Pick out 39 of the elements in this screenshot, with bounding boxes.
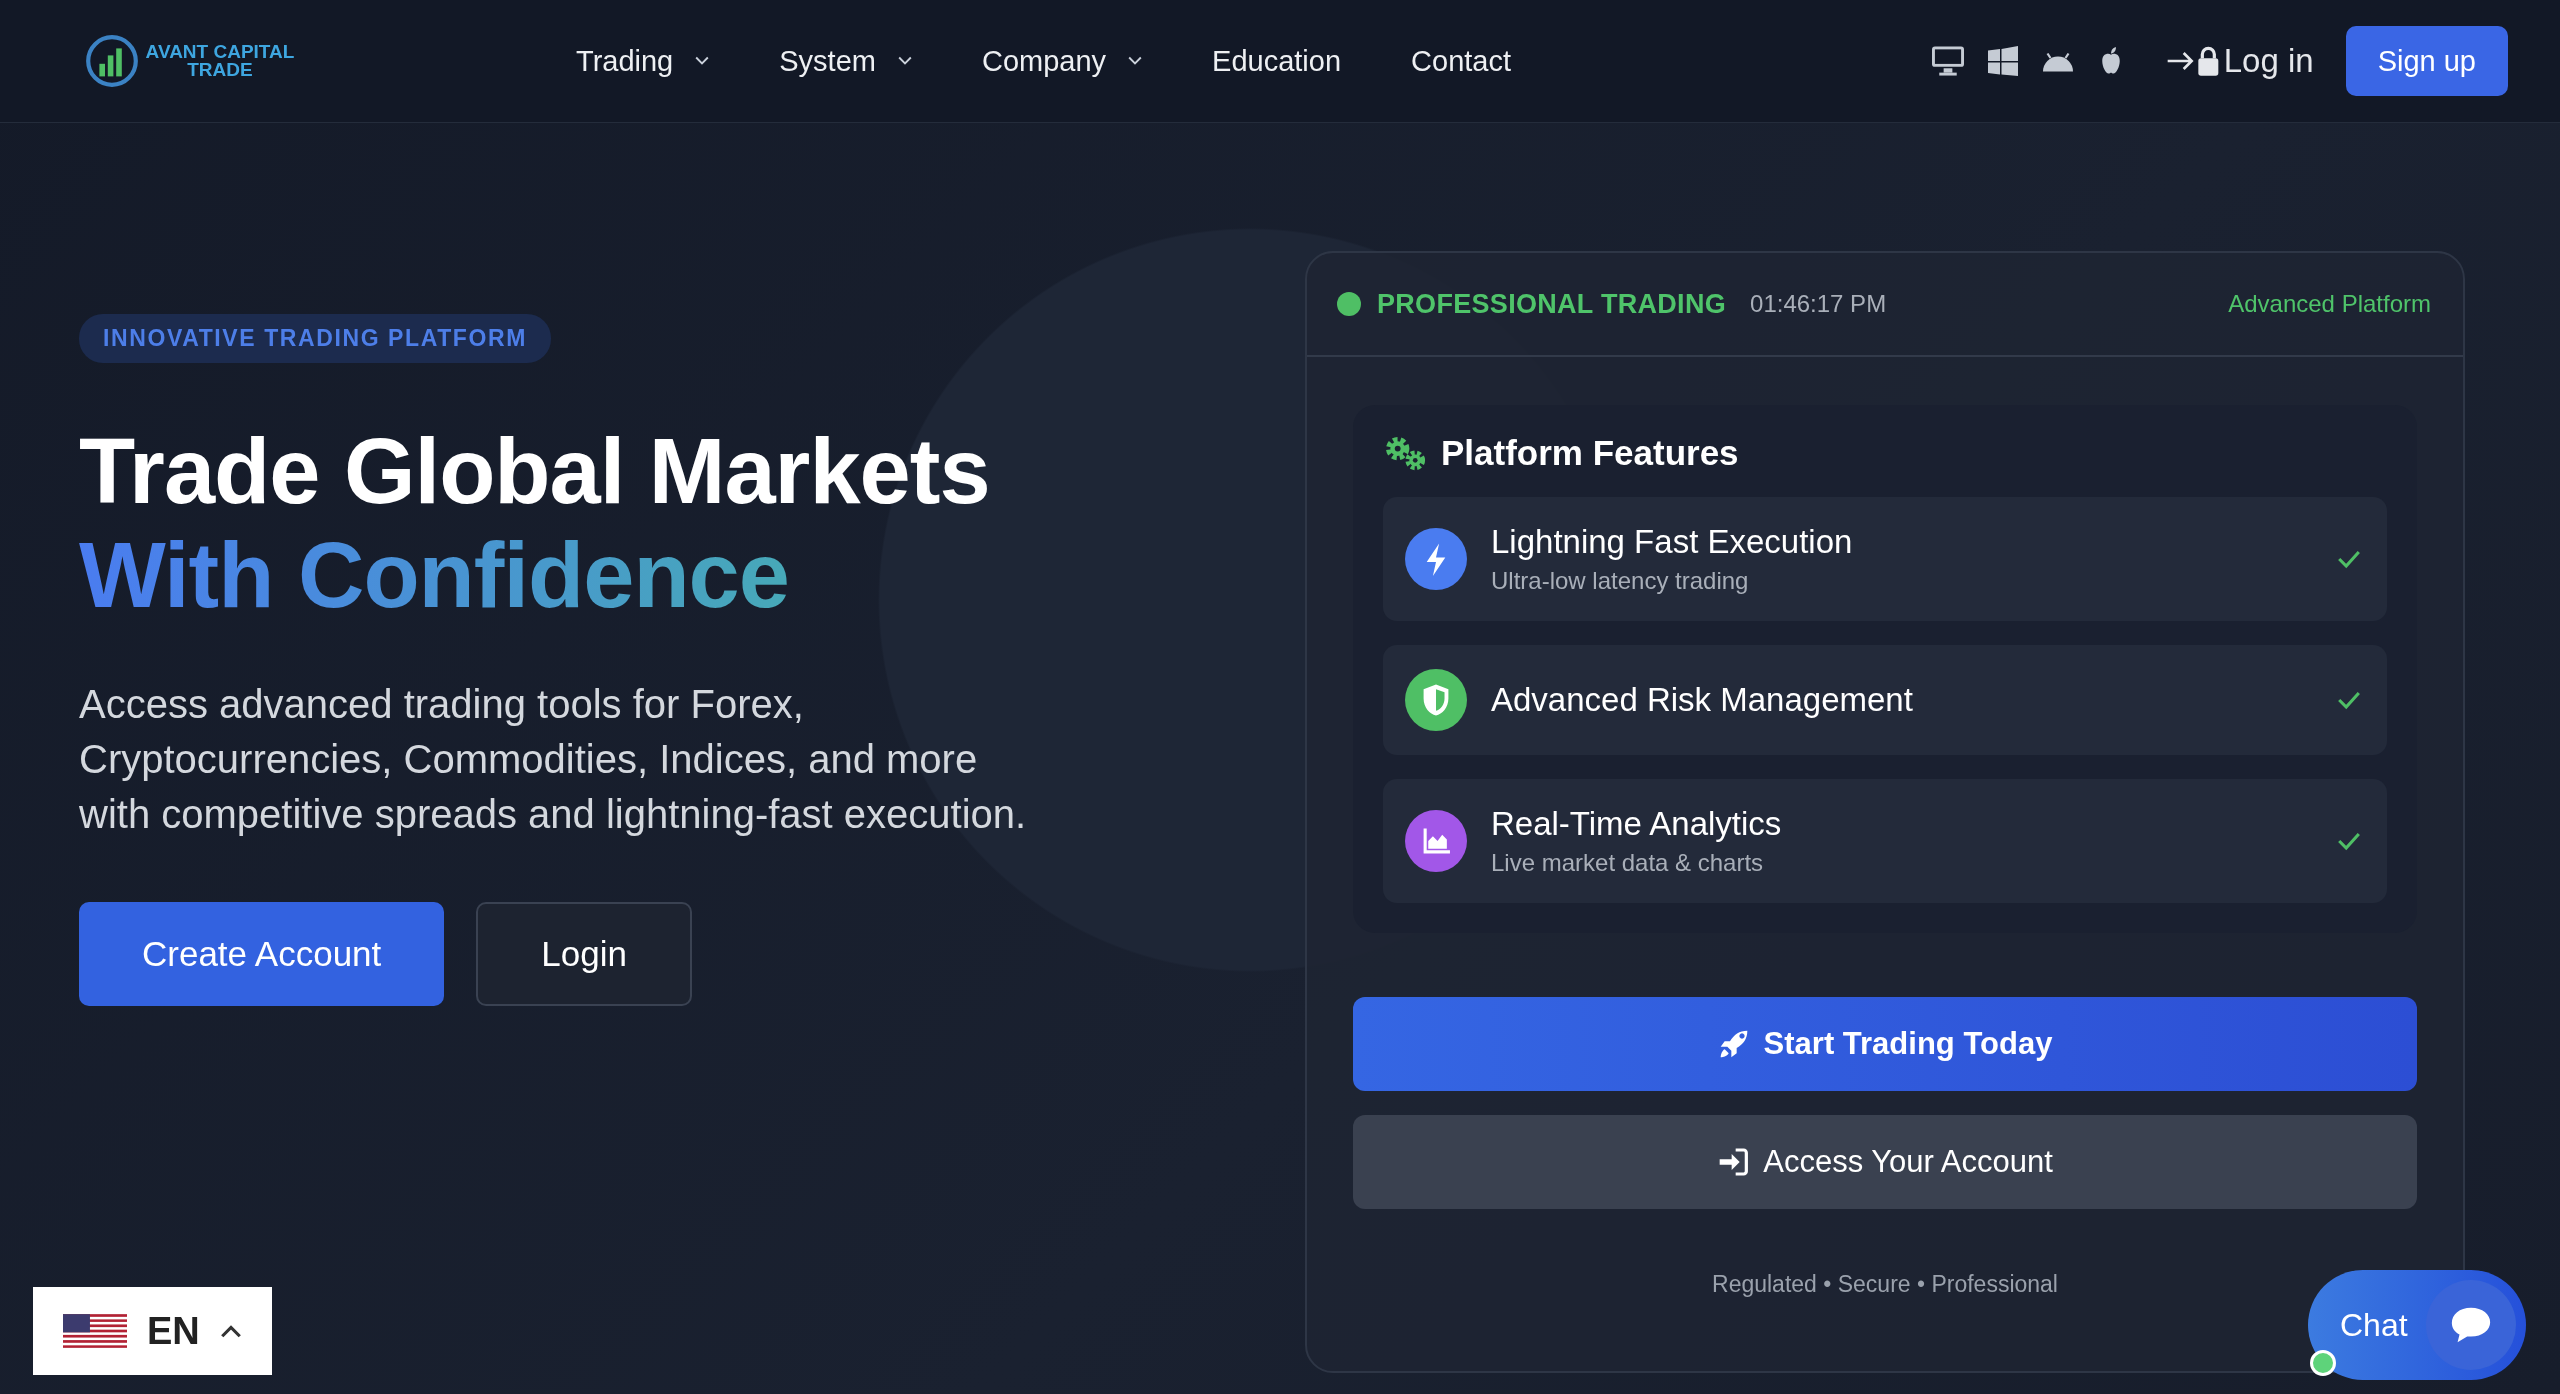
platform-tag: Advanced Platform [2228, 290, 2431, 318]
chevron-up-icon[interactable] [219, 1324, 242, 1338]
feature-title: Lightning Fast Execution [1491, 523, 1853, 561]
status-label: PROFESSIONAL TRADING [1377, 288, 1727, 320]
access-account-button[interactable]: Access Your Account [1353, 1115, 2417, 1209]
logo-text[interactable]: AVANT CAPITAL TRADE [140, 42, 300, 80]
desktop-icon[interactable] [1929, 45, 1966, 77]
nav-link[interactable]: Trading [576, 44, 710, 78]
feature-subtitle: Ultra-low latency trading [1491, 567, 1750, 595]
create-account-button[interactable]: Create Account [79, 902, 445, 1006]
login-button[interactable]: Login [476, 902, 692, 1006]
feature-title: Real-Time Analytics [1491, 805, 1782, 843]
features-title: Platform Features [1441, 433, 1739, 473]
logo-icon[interactable] [84, 33, 140, 89]
trust-note: Regulated • Secure • Professional [1711, 1271, 2059, 1298]
chevron-down-icon[interactable] [897, 56, 912, 66]
gears-icon [1383, 434, 1427, 472]
sign-in-icon[interactable] [1717, 1146, 1750, 1178]
chat-button[interactable]: Chat [2308, 1270, 2526, 1380]
start-trading-button[interactable]: Start Trading Today [1353, 997, 2417, 1091]
chevron-down-icon[interactable] [1128, 56, 1143, 66]
nav-link[interactable]: Company [981, 44, 1143, 78]
status-dot [1337, 292, 1361, 316]
chevron-down-icon[interactable] [695, 56, 710, 66]
nav-link[interactable]: System [779, 44, 912, 78]
login-icon[interactable] [2165, 45, 2220, 77]
clock-time: 01:46:17 PM [1750, 290, 1887, 318]
language-selector[interactable]: EN [33, 1287, 272, 1375]
sign-up-button[interactable]: Sign up [2345, 26, 2508, 96]
tagline-badge: INNOVATIVE TRADING PLATFORM [79, 314, 551, 363]
windows-icon[interactable] [1987, 46, 2018, 76]
feature-title: Advanced Risk Management [1491, 681, 1913, 719]
login-link[interactable]: Log in [2165, 42, 2314, 80]
hero-title: Trade Global Markets [79, 419, 990, 523]
nav-link[interactable]: Contact [1411, 44, 1512, 78]
flag-icon[interactable] [63, 1314, 127, 1348]
hero-description: Access advanced trading tools for Forex, Cryptocurrencies, Commodities, Indices, and more with competitive spreads and lightning-fast execution. [79, 681, 1028, 838]
feature-subtitle: Live market data & charts [1491, 849, 1765, 877]
nav-link[interactable]: Education [1212, 44, 1342, 78]
